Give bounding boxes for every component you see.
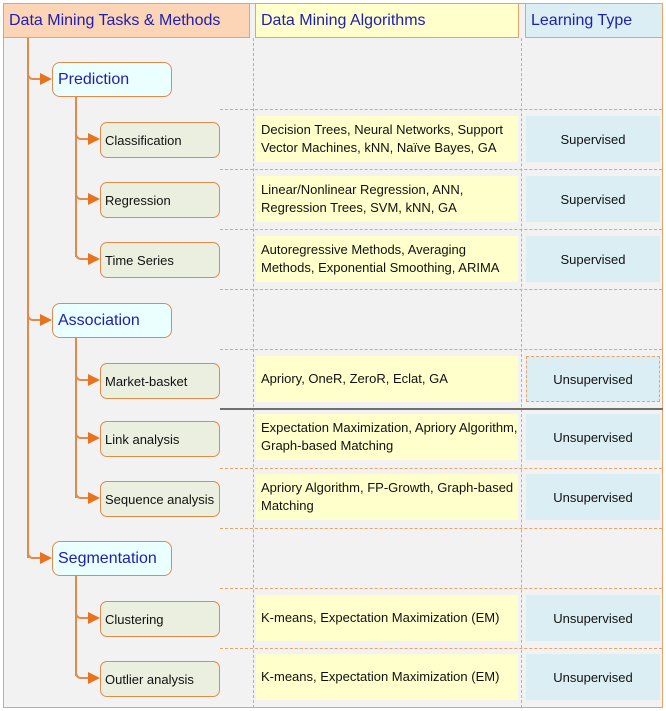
arrow-icon [88,253,100,265]
task-link-analysis: Link analysis [100,421,220,457]
arrow-icon [88,193,100,205]
connector-elbow [75,609,89,619]
row-separator [220,648,662,649]
row-separator [220,349,662,350]
connector-elbow [75,190,89,200]
task-regression: Regression [100,182,220,218]
row-separator [220,468,662,469]
learning-type-clustering: Unsupervised [526,595,660,641]
connector-elbow [75,489,89,499]
algorithms-regression: Linear/Nonlinear Regression, ANN, Regres… [256,176,518,222]
algorithms-sequence-analysis: Apriory Algorithm, FP-Growth, Graph-base… [256,474,518,520]
arrow-icon [40,552,52,564]
connector-elbow [75,250,89,260]
learning-type-link-analysis: Unsupervised [526,414,660,460]
algorithms-outlier-analysis: K-means, Expectation Maximization (EM) [256,654,518,700]
algorithms-link-analysis: Expectation Maximization, Apriory Algori… [256,414,518,460]
connector-elbow [75,669,89,679]
tree-trunk-line [27,38,29,558]
category-segmentation: Segmentation [52,541,172,576]
row-separator [220,289,662,290]
connector-elbow [75,371,89,381]
arrow-icon [88,672,100,684]
learning-type-sequence-analysis: Unsupervised [526,474,660,520]
header-algorithms: Data Mining Algorithms [255,3,519,38]
learning-type-regression: Supervised [526,176,660,222]
row-separator [220,229,662,230]
arrow-icon [88,133,100,145]
algorithms-classification: Decision Trees, Neural Networks, Support… [256,116,518,162]
task-clustering: Clustering [100,601,220,637]
branch-line [75,338,77,498]
algorithms-market-basket: Apriory, OneR, ZeroR, Eclat, GA [256,356,518,402]
learning-type-classification: Supervised [526,116,660,162]
column-divider [521,38,522,708]
category-prediction: Prediction [52,62,172,97]
branch-line [75,97,77,257]
task-market-basket: Market-basket [100,363,220,399]
task-sequence-analysis: Sequence analysis [100,481,220,517]
arrow-icon [88,432,100,444]
row-separator-solid [220,408,663,410]
arrow-icon [88,374,100,386]
column-divider [253,38,254,708]
branch-line [75,576,77,676]
learning-type-time-series: Supervised [526,236,660,282]
algorithms-clustering: K-means, Expectation Maximization (EM) [256,595,518,641]
learning-type-outlier-analysis: Unsupervised [526,654,660,700]
task-classification: Classification [100,122,220,158]
row-separator [220,109,662,110]
header-learning-type: Learning Type [525,3,663,38]
row-separator [220,528,662,529]
algorithms-time-series: Autoregressive Methods, Averaging Method… [256,236,518,282]
learning-type-market-basket: Unsupervised [526,356,660,402]
header-tasks-methods: Data Mining Tasks & Methods [3,3,250,38]
connector-elbow [75,130,89,140]
arrow-icon [88,492,100,504]
connector-elbow [75,429,89,439]
category-association: Association [52,303,172,338]
task-outlier-analysis: Outlier analysis [100,661,220,697]
task-time-series: Time Series [100,242,220,278]
arrow-icon [88,612,100,624]
arrow-icon [40,73,52,85]
row-separator [220,588,662,589]
row-separator [220,169,662,170]
arrow-icon [40,314,52,326]
